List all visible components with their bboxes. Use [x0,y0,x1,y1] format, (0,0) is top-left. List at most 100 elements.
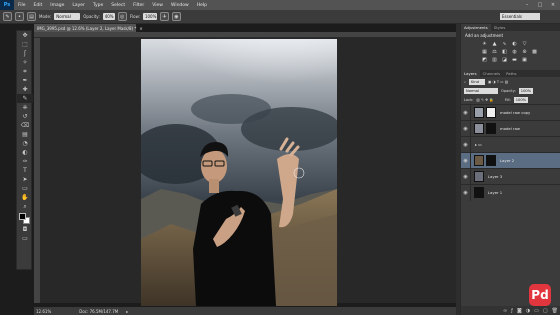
blur-icon[interactable]: ◔ [17,139,33,148]
group-folder-icon[interactable]: ▸ ▭ [475,142,482,147]
screen-mode-icon[interactable]: ▭ [17,234,33,243]
maximize-button[interactable]: □ [535,1,545,8]
pressure-size-icon[interactable]: ◉ [171,12,181,21]
layer-row[interactable]: ◉ model raw copy [461,104,560,121]
airbrush-icon[interactable]: ✈ [159,12,169,21]
invert-icon[interactable]: ◩ [481,57,488,63]
adjustment-layer-icon[interactable]: ◑ [526,308,530,314]
zoom-icon[interactable]: ⌕ [17,202,33,211]
mode-select[interactable]: Normal [54,13,81,20]
minimize-button[interactable]: – [522,1,532,8]
brush-icon[interactable]: ✎ [17,94,33,103]
layer-mask-thumbnail[interactable] [486,107,496,118]
tab-styles[interactable]: Styles [491,24,509,31]
layer-thumbnail[interactable] [474,107,484,118]
flow-field[interactable]: 100% [142,13,157,20]
workspace-select[interactable]: Essentials [500,13,540,20]
black-white-icon[interactable]: ◧ [501,49,508,55]
dodge-icon[interactable]: ◐ [17,148,33,157]
pressure-opacity-icon[interactable]: ◎ [117,12,127,21]
eye-icon[interactable]: ◉ [461,136,471,153]
layer-row[interactable]: ◉ ▸ ▭ [461,136,560,153]
fill-field[interactable]: 100% [513,96,528,103]
gradient-icon[interactable]: ▤ [17,130,33,139]
lasso-icon[interactable]: ʃ [17,49,33,58]
history-brush-icon[interactable]: ↺ [17,112,33,121]
threshold-icon[interactable]: ◪ [501,57,508,63]
move-icon[interactable]: ✥ [17,31,33,40]
menu-view[interactable]: View [148,3,167,8]
eye-icon[interactable]: ◉ [461,152,471,169]
brush-tool-preset-icon[interactable]: ✎ [3,12,12,21]
new-layer-icon[interactable]: ▢ [543,308,548,314]
posterize-icon[interactable]: ▥ [491,57,498,63]
gradient-map-icon[interactable]: ▬ [511,57,518,63]
foreground-color-swatch[interactable] [19,213,26,220]
menu-help[interactable]: Help [193,3,211,8]
layer-thumbnail[interactable] [474,155,484,166]
vibrance-icon[interactable]: ▽ [521,41,528,47]
menu-filter[interactable]: Filter [129,3,148,8]
brush-panel-icon[interactable]: ▤ [27,12,36,21]
eye-icon[interactable]: ◉ [461,184,471,201]
layer-mask-thumbnail[interactable] [486,123,496,134]
brightness-icon[interactable]: ☀ [481,41,488,47]
healing-icon[interactable]: ✚ [17,85,33,94]
pen-icon[interactable]: ✑ [17,157,33,166]
marquee-icon[interactable]: ⬚ [17,40,33,49]
group-icon[interactable]: ▭ [534,308,539,314]
tab-paths[interactable]: Paths [503,70,519,77]
layer-row[interactable]: ◉ Layer 2 [461,152,560,169]
brush-size-icon[interactable]: • [15,12,24,21]
color-lookup-icon[interactable]: ▩ [531,49,538,55]
quick-select-icon[interactable]: ✧ [17,58,33,67]
layer-row[interactable]: ◉ Layer 1 [461,184,560,201]
selective-color-icon[interactable]: ▣ [521,57,528,63]
zoom-level[interactable]: 12.61% [36,309,51,314]
shape-icon[interactable]: ▭ [17,184,33,193]
crop-icon[interactable]: ⌗ [17,67,33,76]
layer-thumbnail[interactable] [474,171,484,182]
layer-thumbnail[interactable] [474,187,484,198]
eyedropper-icon[interactable]: ✒ [17,76,33,85]
menu-edit[interactable]: Edit [30,3,47,8]
curves-icon[interactable]: ∿ [501,41,508,47]
hand-icon[interactable]: ✋ [17,193,33,202]
eye-icon[interactable]: ◉ [461,168,471,185]
layer-row[interactable]: ◉ Layer 3 [461,168,560,185]
kind-filter-select[interactable]: Kind [469,78,486,85]
tab-layers[interactable]: Layers [461,70,480,77]
eye-icon[interactable]: ◉ [461,120,471,137]
opacity-field[interactable]: 40% [102,13,115,20]
menu-select[interactable]: Select [107,3,129,8]
fx-icon[interactable]: ƒ [511,308,513,314]
layer-thumbnail[interactable] [474,123,484,134]
link-icon[interactable]: ∞ [503,308,507,314]
document-canvas-image[interactable] [141,39,337,306]
quick-mask-icon[interactable]: ◘ [17,225,33,234]
layer-mask-thumbnail[interactable] [486,155,496,166]
filter-icons[interactable]: ▣ ◑ T ▭ ▧ [488,80,508,84]
layer-row[interactable]: ◉ model raw [461,120,560,137]
doc-size[interactable]: Doc: 76.5M/147.7M [79,309,118,314]
close-button[interactable]: × [548,1,558,8]
menu-image[interactable]: Image [46,3,68,8]
blend-mode-select[interactable]: Normal [464,87,498,94]
type-icon[interactable]: T [17,166,33,175]
add-mask-icon[interactable]: ◙ [517,308,522,314]
hue-saturation-icon[interactable]: ▦ [481,49,488,55]
close-icon[interactable]: × [139,26,142,31]
tab-channels[interactable]: Channels [480,70,504,77]
lock-icons[interactable]: ▨ ✎ ✥ 🔒 [476,98,493,102]
eye-icon[interactable]: ◉ [461,104,471,121]
menu-layer[interactable]: Layer [68,3,89,8]
clone-stamp-icon[interactable]: ⎈ [17,103,33,112]
trash-icon[interactable]: 🗑 [552,308,558,314]
photo-filter-icon[interactable]: ◍ [511,49,518,55]
tab-adjustments[interactable]: Adjustments [461,24,491,31]
layer-opacity-field[interactable]: 100% [518,87,533,94]
status-arrow-icon[interactable]: ▸ [126,309,128,314]
document-tab[interactable]: IMG_3995.psd @ 12.6% (Layer 2, Layer Mas… [34,24,143,32]
levels-icon[interactable]: ▲ [491,41,498,47]
channel-mixer-icon[interactable]: ⊛ [521,49,528,55]
